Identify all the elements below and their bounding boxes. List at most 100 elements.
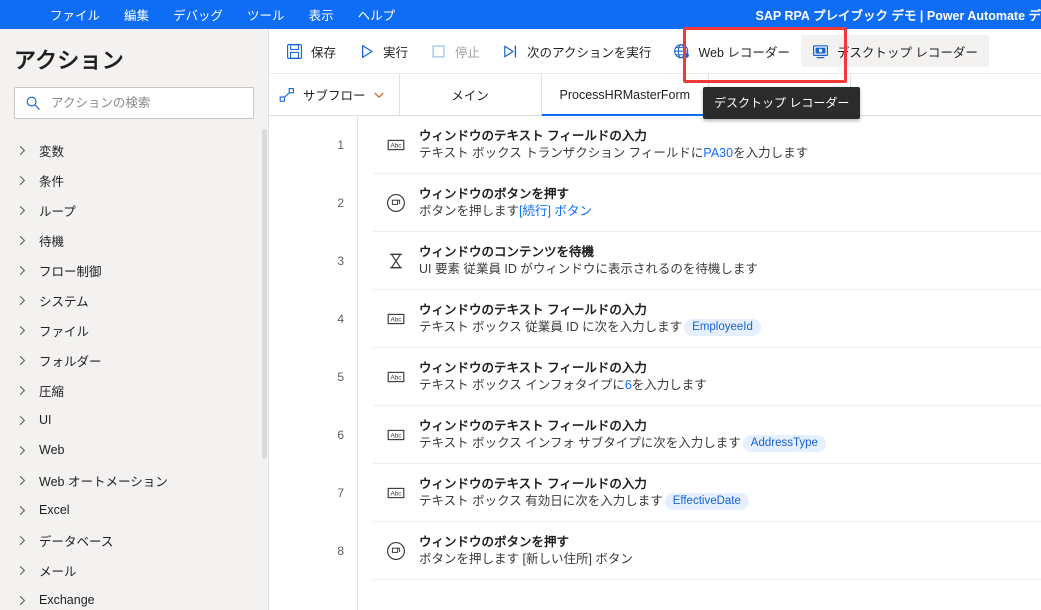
- table-row[interactable]: Abc ウィンドウのテキスト フィールドの入力 テキスト ボックス インフォ サブタ…: [373, 406, 1041, 464]
- sidebar-item-13[interactable]: データベース: [0, 525, 268, 555]
- step-description: テキスト ボックス トランザクション フィールドに PA30 を入力します: [419, 145, 808, 162]
- chevron-right-icon: [16, 414, 29, 427]
- menu-help[interactable]: ヘルプ: [346, 1, 408, 28]
- sidebar-item-label: ループ: [39, 204, 76, 219]
- svg-text:Abc: Abc: [390, 374, 402, 381]
- sidebar-item-3[interactable]: 待機: [0, 225, 268, 255]
- step-title: ウィンドウのボタンを押す: [419, 534, 570, 549]
- table-row[interactable]: Abc ウィンドウのテキスト フィールドの入力 テキスト ボックス 従業員 ID に…: [373, 290, 1041, 348]
- desc-text: テキスト ボックス インフォタイプに: [419, 377, 625, 392]
- press-button-icon: [385, 192, 407, 214]
- step-number: 7: [337, 486, 344, 500]
- web-recorder-button[interactable]: Web レコーダー: [662, 35, 800, 67]
- table-row[interactable]: ウィンドウのボタンを押すボタンを押します [新しい住所] ボタン: [373, 522, 1041, 580]
- sidebar-item-label: 条件: [39, 174, 65, 189]
- abc-textbox-icon: Abc: [385, 482, 407, 504]
- chevron-right-icon: [16, 354, 29, 367]
- desc-text: テキスト ボックス 有効日に次を入力します: [419, 493, 663, 508]
- abc-textbox-icon: Abc: [385, 308, 407, 330]
- abc-textbox-icon: Abc: [385, 134, 407, 156]
- step-description: テキスト ボックス 従業員 ID に次を入力します EmployeeId: [419, 318, 763, 336]
- sidebar-item-10[interactable]: Web: [0, 435, 268, 465]
- sidebar-item-8[interactable]: 圧縮: [0, 375, 268, 405]
- menu-view[interactable]: 表示: [297, 1, 346, 28]
- step-description: ボタンを押します [続行] ボタン: [419, 203, 592, 220]
- subflow-dropdown[interactable]: サブフロー: [269, 74, 400, 115]
- tab-1[interactable]: ProcessHRMasterForm: [541, 74, 710, 116]
- table-row[interactable]: Abc ウィンドウのテキスト フィールドの入力 テキスト ボックス インフォタイプに…: [373, 348, 1041, 406]
- svg-text:Abc: Abc: [390, 316, 402, 323]
- step-description: UI 要素 従業員 ID がウィンドウに表示されるのを待機します: [419, 261, 758, 278]
- desktop-recorder-button[interactable]: デスクトップ レコーダー: [800, 35, 989, 67]
- title-bar: ファイル 編集 デバッグ ツール 表示 ヘルプ SAP RPA プレイブック デモ | P…: [0, 0, 1041, 29]
- value-link[interactable]: PA30: [703, 145, 733, 162]
- sidebar-item-label: 待機: [39, 234, 65, 249]
- step-title: ウィンドウのテキスト フィールドの入力: [419, 476, 647, 491]
- variable-pill[interactable]: EffectiveDate: [664, 492, 749, 510]
- step-title: ウィンドウのテキスト フィールドの入力: [419, 302, 647, 317]
- run-next-action-button[interactable]: 次のアクションを実行: [491, 35, 662, 67]
- variable-pill[interactable]: EmployeeId: [684, 318, 761, 336]
- sidebar-item-12[interactable]: Excel: [0, 495, 268, 525]
- sidebar-item-0[interactable]: 変数: [0, 135, 268, 165]
- step-number: 5: [337, 370, 344, 384]
- desc-text: テキスト ボックス 従業員 ID に次を入力します: [419, 319, 683, 334]
- save-button[interactable]: 保存: [275, 35, 347, 67]
- sidebar-scrollbar[interactable]: [262, 129, 267, 459]
- sidebar-item-label: 圧縮: [39, 384, 65, 399]
- chevron-right-icon: [16, 474, 29, 487]
- sidebar-item-label: システム: [39, 294, 89, 309]
- subflow-icon: [279, 87, 295, 103]
- step-number: 2: [337, 196, 344, 210]
- abc-textbox-icon: Abc: [385, 366, 407, 388]
- chevron-right-icon: [16, 564, 29, 577]
- sidebar-item-2[interactable]: ループ: [0, 195, 268, 225]
- value-link[interactable]: 6: [625, 377, 632, 394]
- toolbar-button-label: 保存: [311, 45, 337, 60]
- stop-button[interactable]: 停止: [419, 35, 491, 67]
- toolbar-button-label: 次のアクションを実行: [527, 45, 652, 60]
- step-number: 3: [337, 254, 344, 268]
- menu-debug[interactable]: デバッグ: [161, 1, 235, 28]
- chevron-right-icon: [16, 384, 29, 397]
- value-link[interactable]: [続行] ボタン: [519, 203, 592, 220]
- run-button[interactable]: 実行: [347, 35, 419, 67]
- toolbar-button-label: 停止: [455, 45, 481, 60]
- window-body: アクション 変数条件ループ待機フロー制御システムファイルフォルダー圧縮 UI Web…: [0, 29, 1041, 610]
- sidebar-item-label: Web オートメーション: [39, 474, 168, 489]
- menu-tools[interactable]: ツール: [235, 1, 297, 28]
- svg-text:Abc: Abc: [390, 432, 402, 439]
- sidebar-item-label: フォルダー: [39, 354, 102, 369]
- sidebar-item-14[interactable]: メール: [0, 555, 268, 585]
- step-description: テキスト ボックス インフォ サブタイプに次を入力します AddressType: [419, 434, 828, 452]
- tab-0[interactable]: メイン: [400, 74, 542, 115]
- chevron-right-icon: [16, 144, 29, 157]
- variable-pill[interactable]: AddressType: [742, 434, 826, 452]
- table-row[interactable]: ウィンドウのボタンを押す ボタンを押します [続行] ボタン: [373, 174, 1041, 232]
- table-row[interactable]: Abc ウィンドウのテキスト フィールドの入力 テキスト ボックス 有効日に次を入力…: [373, 464, 1041, 522]
- menu-edit[interactable]: 編集: [112, 1, 161, 28]
- sidebar-item-5[interactable]: システム: [0, 285, 268, 315]
- sidebar-item-label: データベース: [39, 534, 114, 549]
- press-button-icon: [385, 540, 407, 562]
- sidebar-item-7[interactable]: フォルダー: [0, 345, 268, 375]
- desktop-recorder-tooltip: デスクトップ レコーダー: [703, 87, 861, 119]
- step-description: ボタンを押します [新しい住所] ボタン: [419, 551, 633, 568]
- menu-file[interactable]: ファイル: [38, 1, 112, 28]
- sidebar-item-11[interactable]: Web オートメーション: [0, 465, 268, 495]
- step-number-gutter: 1 2 3 4 5 6 7 8: [269, 116, 358, 610]
- table-row[interactable]: Abc ウィンドウのテキスト フィールドの入力 テキスト ボックス トランザクション…: [373, 116, 1041, 174]
- table-row[interactable]: ウィンドウのコンテンツを待機 UI 要素 従業員 ID がウィンドウに表示されるの…: [373, 232, 1041, 290]
- chevron-down-icon: [373, 89, 385, 101]
- chevron-right-icon: [16, 444, 29, 457]
- search-box[interactable]: [14, 87, 254, 119]
- sidebar-item-9[interactable]: UI: [0, 405, 268, 435]
- sidebar-item-label: フロー制御: [39, 264, 102, 279]
- sidebar-item-6[interactable]: ファイル: [0, 315, 268, 345]
- step-description: テキスト ボックス 有効日に次を入力します EffectiveDate: [419, 492, 751, 510]
- sidebar-item-4[interactable]: フロー制御: [0, 255, 268, 285]
- actions-sidebar: アクション 変数条件ループ待機フロー制御システムファイルフォルダー圧縮 UI Web…: [0, 29, 269, 610]
- sidebar-item-1[interactable]: 条件: [0, 165, 268, 195]
- sidebar-item-15[interactable]: Exchange: [0, 585, 268, 610]
- search-input[interactable]: [49, 95, 245, 111]
